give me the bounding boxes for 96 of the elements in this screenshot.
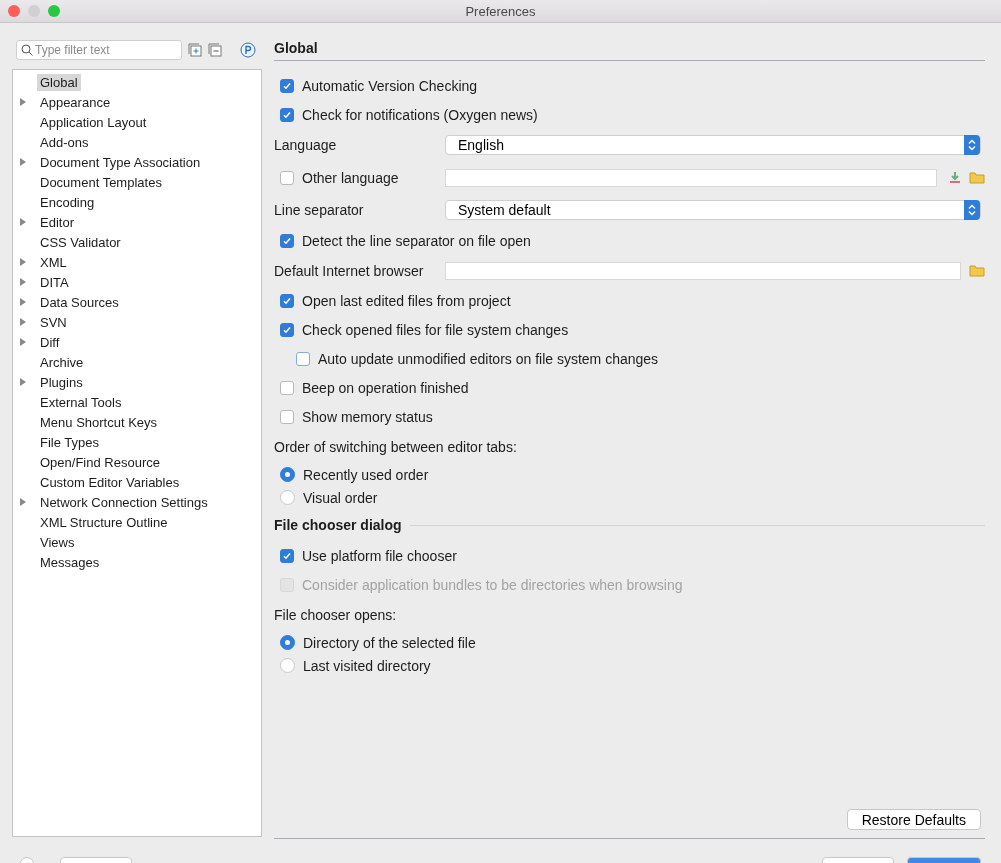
folder-icon[interactable] [969, 264, 985, 277]
check-icon [282, 295, 292, 306]
section-heading: File chooser dialog [274, 517, 402, 533]
tree-item[interactable]: Messages [37, 553, 103, 571]
checkbox-label: Detect the line separator on file open [302, 232, 531, 249]
input-field[interactable] [445, 168, 937, 187]
tree-item[interactable]: Appearance [37, 93, 114, 111]
checkbox-label: Show memory status [302, 408, 433, 425]
expand-arrow-icon[interactable] [19, 158, 27, 166]
tree-item[interactable]: XML [37, 253, 70, 271]
window-title: Preferences [465, 3, 536, 19]
download-icon[interactable] [949, 171, 961, 184]
checkbox[interactable] [280, 322, 294, 337]
tree-item[interactable]: Encoding [37, 193, 98, 211]
tree-item[interactable]: Open/Find Resource [37, 453, 163, 471]
tree-item[interactable]: File Types [37, 433, 102, 451]
radio-label: Directory of the selected file [303, 634, 476, 651]
tree-item[interactable]: Editor [37, 213, 77, 231]
tree-item[interactable]: Views [37, 533, 78, 551]
dropdown[interactable]: System default [445, 200, 981, 220]
checkbox[interactable] [280, 107, 294, 122]
chevron-updown-icon [968, 139, 976, 151]
radio-button[interactable] [280, 467, 295, 482]
tree-item[interactable]: Plugins [37, 373, 86, 391]
expand-arrow-icon[interactable] [19, 218, 27, 226]
checkbox-label: Check opened files for file system changes [302, 321, 569, 338]
tree-item[interactable]: DITA [37, 273, 72, 291]
tree-item[interactable]: Archive [37, 353, 87, 371]
search-field[interactable]: Type filter text [16, 40, 182, 60]
tree-item[interactable]: Data Sources [37, 293, 122, 311]
check-icon [282, 109, 292, 120]
expand-arrow-icon[interactable] [19, 498, 27, 506]
checkbox-label: Automatic Version Checking [302, 77, 478, 94]
expand-arrow-icon[interactable] [19, 298, 27, 306]
checkbox-label: Open last edited files from project [302, 292, 511, 309]
checkbox[interactable] [280, 78, 294, 93]
radio-button[interactable] [280, 658, 295, 673]
zoom-button[interactable] [48, 5, 60, 17]
expand-arrow-icon[interactable] [19, 278, 27, 286]
tree-item[interactable]: XML Structure Outline [37, 513, 171, 531]
checkbox-label: Use platform file chooser [302, 547, 457, 564]
tree-item[interactable]: CSS Validator [37, 233, 124, 251]
field-label: Language [274, 137, 338, 153]
field-label: Default Internet browser [274, 262, 425, 279]
group-label: Order of switching between editor tabs: [274, 439, 517, 455]
tree-item[interactable]: Application Layout [37, 113, 150, 131]
search-icon [21, 44, 33, 56]
tree-item[interactable]: Diff [37, 333, 63, 351]
check-icon [282, 235, 292, 246]
collapse-all-icon[interactable] [208, 43, 222, 57]
check-icon [282, 324, 292, 335]
tree-item[interactable]: Global [37, 73, 81, 91]
checkbox-label: Beep on operation finished [302, 379, 469, 396]
tree-item[interactable]: Add-ons [37, 133, 92, 151]
checkbox[interactable] [280, 293, 294, 308]
expand-arrow-icon[interactable] [19, 378, 27, 386]
restore-defaults-button[interactable]: Restore Defaults [846, 809, 981, 830]
chevron-updown-icon [968, 204, 976, 216]
expand-arrow-icon[interactable] [19, 318, 27, 326]
checkbox-label: Consider application bundles to be directories when browsing [302, 576, 683, 593]
radio-label: Recently used order [303, 466, 429, 483]
dropdown[interactable]: English [445, 135, 981, 155]
checkbox-label: Check for notifications (Oxygen news) [302, 106, 538, 123]
expand-arrow-icon[interactable] [19, 98, 27, 106]
panel-title: Global [274, 40, 985, 61]
check-icon [282, 80, 292, 91]
folder-icon[interactable] [969, 171, 985, 184]
input-field[interactable] [445, 261, 961, 280]
expand-arrow-icon[interactable] [19, 258, 27, 266]
expand-arrow-icon[interactable] [19, 338, 27, 346]
checkbox-label: Auto update unmodified editors on file system changes [318, 350, 659, 367]
group-label: File chooser opens: [274, 607, 397, 623]
checkbox[interactable] [280, 409, 294, 424]
checkbox[interactable] [280, 380, 294, 395]
tree-item[interactable]: Document Templates [37, 173, 165, 191]
expand-all-icon[interactable] [188, 43, 202, 57]
radio-label: Last visited directory [303, 657, 431, 674]
radio-label: Visual order [303, 489, 378, 506]
checkbox-label: Other language [302, 169, 400, 186]
tree-item[interactable]: Menu Shortcut Keys [37, 413, 161, 431]
checkbox[interactable] [280, 548, 294, 563]
tree-item[interactable]: Document Type Association [37, 153, 204, 171]
checkbox[interactable] [280, 233, 294, 248]
field-label: Line separator [274, 202, 365, 218]
tree-item[interactable]: External Tools [37, 393, 125, 411]
checkbox[interactable] [296, 351, 310, 366]
tree-item[interactable]: Network Connection Settings [37, 493, 211, 511]
radio-button[interactable] [280, 635, 295, 650]
radio-button[interactable] [280, 490, 295, 505]
p-circle-icon[interactable] [240, 42, 256, 58]
check-icon [282, 550, 292, 561]
checkbox[interactable] [280, 170, 294, 185]
close-button[interactable] [8, 5, 20, 17]
search-input[interactable]: Type filter text [35, 41, 177, 59]
tree-item[interactable]: Custom Editor Variables [37, 473, 183, 491]
tree-item[interactable]: SVN [37, 313, 70, 331]
